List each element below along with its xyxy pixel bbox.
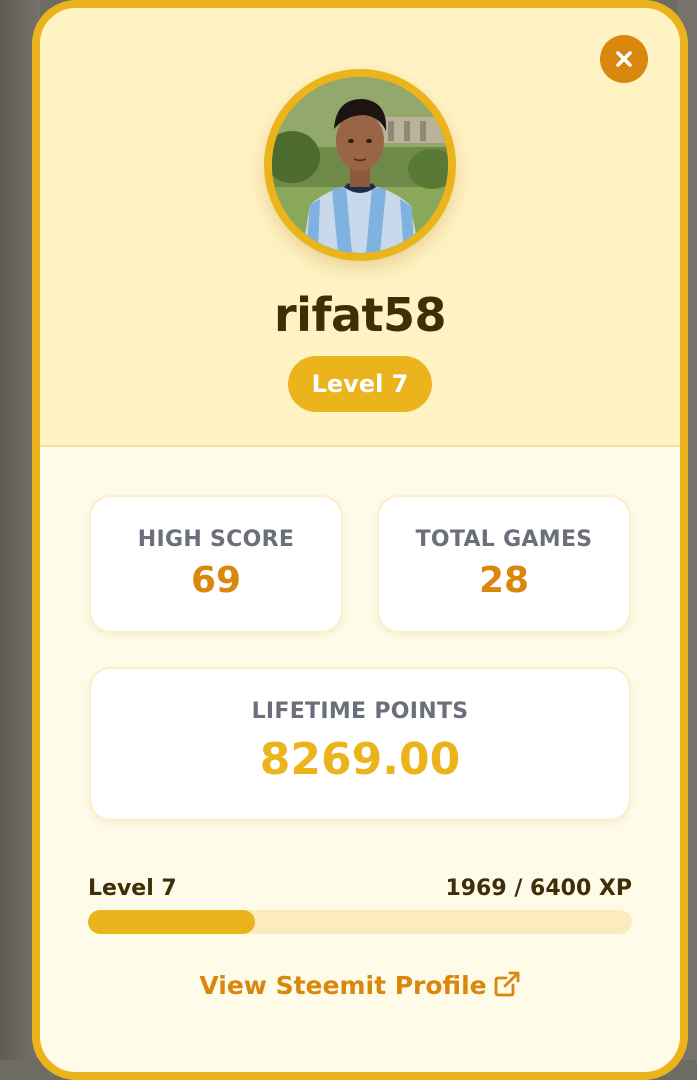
xp-progress-fill <box>88 910 256 934</box>
profile-modal: rifat58 Level 7 HIGH SCORE 69 TOTAL GAME… <box>32 0 688 1080</box>
close-button[interactable] <box>600 35 648 83</box>
xp-progress-text: 1969 / 6400 XP <box>445 876 632 901</box>
avatar-photo <box>272 77 448 253</box>
username: rifat58 <box>273 288 447 342</box>
external-link-icon <box>494 971 520 997</box>
view-steemit-profile-link[interactable]: View Steemit Profile <box>40 970 680 1000</box>
lifetime-points-value: 8269.00 <box>259 734 461 785</box>
close-icon <box>616 51 632 67</box>
profile-link-label: View Steemit Profile <box>199 971 487 1000</box>
total-games-label: TOTAL GAMES <box>415 527 593 552</box>
total-games-value: 28 <box>478 560 530 601</box>
lifetime-points-label: LIFETIME POINTS <box>251 699 469 724</box>
avatar <box>264 69 456 261</box>
high-score-card: HIGH SCORE 69 <box>89 495 343 633</box>
profile-header: rifat58 Level 7 <box>40 8 680 447</box>
lifetime-points-card: LIFETIME POINTS 8269.00 <box>89 667 631 821</box>
high-score-value: 69 <box>190 560 242 601</box>
level-badge: Level 7 <box>288 356 432 412</box>
total-games-card: TOTAL GAMES 28 <box>377 495 631 633</box>
xp-level-label: Level 7 <box>88 876 177 901</box>
xp-progress-bar <box>88 910 632 934</box>
high-score-label: HIGH SCORE <box>137 527 295 552</box>
